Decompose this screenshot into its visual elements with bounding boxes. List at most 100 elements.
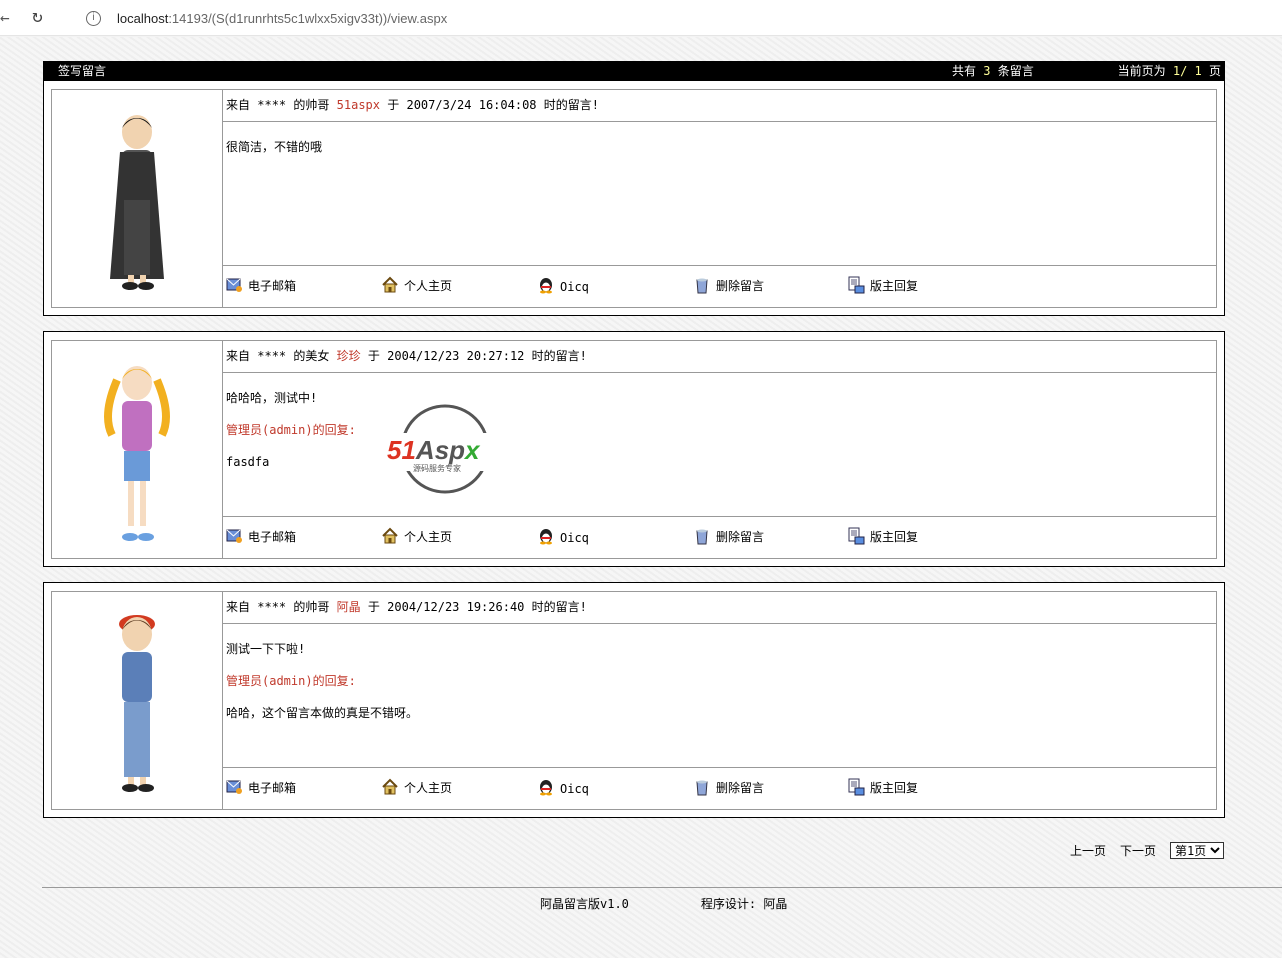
message-content: 测试一下下啦! 管理员(admin)的回复: 哈哈，这个留言本做的真是不错呀。	[223, 624, 1216, 768]
home-icon	[382, 778, 398, 795]
header-bar: 签写留言 共有 3 条留言 当前页为 1/ 1 页	[43, 61, 1225, 81]
email-button[interactable]: 电子邮箱	[225, 276, 381, 294]
delete-button[interactable]: 删除留言	[693, 276, 847, 294]
message-actions: 电子邮箱 个人主页 Oicq 删除留言 版主回复	[223, 266, 1216, 294]
avatar	[52, 592, 223, 809]
timestamp: 2004/12/23 19:26:40	[387, 600, 525, 614]
divider	[42, 887, 1282, 888]
oicq-label: Oicq	[560, 531, 589, 545]
info-icon[interactable]: i	[86, 10, 101, 26]
email-button[interactable]: 电子邮箱	[225, 527, 381, 545]
ip-address: ****	[257, 349, 287, 363]
url-host: localhost	[117, 10, 169, 26]
watermark-logo: 51Aspx 源码服务专家	[385, 403, 515, 498]
email-label: 电子邮箱	[248, 279, 297, 293]
url-path: :14193/(S(d1runrhts5c1wlxx5xigv33t))/vie…	[168, 10, 448, 26]
message-count: 共有 3 条留言	[952, 61, 1034, 81]
message-actions: 电子邮箱 个人主页 Oicq 删除留言 版主回复	[223, 517, 1216, 545]
message-text: 很简洁，不错的哦	[226, 140, 323, 154]
author-name: 51aspx	[336, 98, 380, 112]
page: 签写留言 共有 3 条留言 当前页为 1/ 1 页 来自 **** 的帅哥 51…	[0, 37, 1282, 958]
gender-label: 的帅哥	[293, 600, 330, 614]
oicq-button[interactable]: Oicq	[537, 276, 693, 294]
qq-penguin-icon	[540, 529, 552, 545]
admin-reply-button[interactable]: 版主回复	[847, 778, 1003, 796]
timestamp: 2004/12/23 20:27:12	[387, 349, 525, 363]
ip-address: ****	[257, 600, 287, 614]
message-content: 很简洁，不错的哦	[223, 122, 1216, 266]
message-actions: 电子邮箱 个人主页 Oicq 删除留言 版主回复	[223, 768, 1216, 796]
gender-label: 的美女	[293, 349, 330, 363]
header-tail: 时的留言!	[531, 349, 587, 363]
delete-button[interactable]: 删除留言	[693, 778, 847, 796]
email-label: 电子邮箱	[248, 530, 297, 544]
qq-penguin-icon	[540, 780, 552, 796]
character-figure	[119, 614, 155, 792]
at-label: 于	[367, 349, 380, 363]
homepage-button[interactable]: 个人主页	[381, 276, 537, 294]
page-prefix: 当前页为	[1117, 64, 1166, 78]
from-label: 来自	[226, 98, 251, 112]
at-label: 于	[387, 98, 400, 112]
homepage-button[interactable]: 个人主页	[381, 527, 537, 545]
email-icon	[226, 529, 242, 543]
oicq-button[interactable]: Oicq	[537, 527, 693, 545]
home-icon	[382, 276, 398, 293]
message-card: 来自 **** 的美女 珍珍 于 2004/12/23 20:27:12 时的留…	[43, 331, 1225, 567]
homepage-button[interactable]: 个人主页	[381, 778, 537, 796]
address-bar[interactable]: i localhost:14193/(S(d1runrhts5c1wlxx5xi…	[70, 4, 1282, 32]
reload-icon[interactable]: ↻	[32, 6, 43, 27]
avatar	[52, 90, 223, 307]
email-label: 电子邮箱	[248, 781, 297, 795]
at-label: 于	[367, 600, 380, 614]
message-header: 来自 **** 的帅哥 51aspx 于 2007/3/24 16:04:08 …	[223, 90, 1216, 122]
author-name: 阿晶	[336, 600, 361, 614]
trash-icon	[696, 780, 708, 796]
count-prefix: 共有	[952, 64, 977, 78]
header-tail: 时的留言!	[543, 98, 599, 112]
page-value: 1/ 1	[1172, 64, 1202, 78]
qq-penguin-icon	[540, 278, 552, 294]
timestamp: 2007/3/24 16:04:08	[406, 98, 537, 112]
svg-text:源码服务专家: 源码服务专家	[413, 463, 461, 473]
next-page-link[interactable]: 下一页	[1120, 842, 1156, 859]
write-message-link[interactable]: 签写留言	[58, 61, 106, 81]
svg-text:51Aspx: 51Aspx	[387, 435, 481, 465]
home-icon	[382, 527, 398, 544]
admin-reply-label: 版主回复	[870, 279, 919, 293]
admin-reply-button[interactable]: 版主回复	[847, 527, 1003, 545]
designer-credit: 程序设计: 阿晶	[700, 897, 788, 911]
footer: 阿晶留言版v1.0 程序设计: 阿晶	[540, 895, 787, 912]
reply-document-icon	[848, 527, 865, 545]
trash-icon	[696, 278, 708, 294]
admin-reply-label: 版主回复	[870, 781, 919, 795]
trash-icon	[696, 529, 708, 545]
pagination: 上一页 下一页 第1页	[1070, 842, 1224, 859]
header-tail: 时的留言!	[531, 600, 587, 614]
from-label: 来自	[226, 600, 251, 614]
reply-document-icon	[848, 276, 865, 294]
prev-page-link[interactable]: 上一页	[1070, 842, 1106, 859]
admin-reply-label: 版主回复	[870, 530, 919, 544]
gender-label: 的帅哥	[293, 98, 330, 112]
oicq-label: Oicq	[560, 782, 589, 796]
delete-label: 删除留言	[716, 530, 765, 544]
admin-reply-button[interactable]: 版主回复	[847, 276, 1003, 294]
back-arrow-icon[interactable]: ←	[0, 8, 10, 27]
email-icon	[226, 278, 242, 292]
count-value: 3	[983, 64, 991, 78]
character-figure	[110, 114, 164, 290]
email-button[interactable]: 电子邮箱	[225, 778, 381, 796]
page-suffix: 页	[1208, 64, 1221, 78]
avatar	[52, 341, 223, 558]
message-content: 哈哈哈，测试中! 管理员(admin)的回复: fasdfa 51Aspx 源码服…	[223, 373, 1216, 517]
character-figure	[104, 365, 170, 541]
oicq-label: Oicq	[560, 280, 589, 294]
product-name: 阿晶留言版v1.0	[540, 897, 629, 911]
oicq-button[interactable]: Oicq	[537, 778, 693, 796]
delete-button[interactable]: 删除留言	[693, 527, 847, 545]
homepage-label: 个人主页	[404, 781, 453, 795]
message-text: 测试一下下啦!	[226, 642, 306, 656]
page-select[interactable]: 第1页	[1170, 842, 1224, 859]
page-indicator: 当前页为 1/ 1 页	[1118, 61, 1221, 81]
